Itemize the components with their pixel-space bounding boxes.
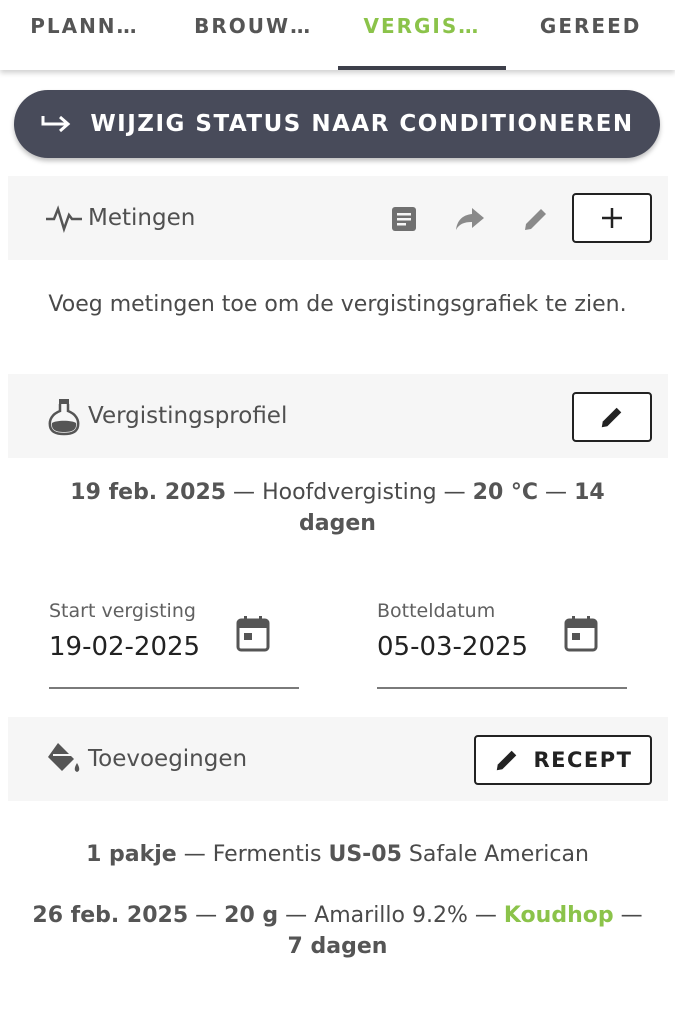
hop-type: Koudhop [503,903,614,928]
measurements-empty-text: Voeg metingen toe om de vergistingsgrafi… [48,292,627,317]
addition-item-hop: 26 feb. 2025 — 20 g — Amarillo 9.2% — Ko… [20,900,655,962]
tab-planning[interactable]: PLANN… [0,0,169,70]
paint-bucket-icon [44,739,84,779]
flask-icon [44,396,84,436]
tab-bar: PLANN… BROUW… VERGIS… GEREED [0,0,675,70]
add-measurement-button[interactable] [572,193,652,243]
profile-step: Hoofdvergisting [262,480,437,505]
bottle-date-underline [377,687,627,689]
recipe-button[interactable]: RECEPT [474,735,652,785]
yeast-code: US-05 [328,842,402,867]
addition-separator: — [188,903,225,928]
calendar-icon[interactable] [235,615,271,657]
profile-summary: 19 feb. 2025 — Hoofdvergisting — 20 °C —… [60,477,615,539]
hop-duration: 7 dagen [287,934,388,959]
notes-icon[interactable] [388,203,420,235]
profile-temp: 20 °C [472,480,539,505]
edit-profile-button[interactable] [572,392,652,442]
yeast-brand: Fermentis [212,842,329,867]
measurements-header: Metingen [8,176,668,260]
profile-separator: — [436,480,473,505]
profile-header: Vergistingsprofiel [8,374,668,458]
edit-icon[interactable] [520,203,552,235]
pencil-icon [601,407,622,428]
profile-title: Vergistingsprofiel [88,403,288,429]
addition-item-yeast: 1 pakje — Fermentis US-05 Safale America… [20,839,655,870]
tab-done[interactable]: GEREED [506,0,675,70]
measurements-title: Metingen [88,205,196,231]
tab-fermenting[interactable]: VERGIS… [337,0,507,70]
addition-separator: — [467,903,504,928]
pencil-icon [496,750,516,771]
start-date-underline [49,687,299,689]
recipe-button-label: RECEPT [533,748,633,772]
profile-date: 19 feb. 2025 [70,480,227,505]
add-icon [602,208,622,228]
pulse-icon [44,203,84,233]
profile-separator: — [538,480,575,505]
tab-brewing[interactable]: BROUW… [169,0,338,70]
hop-date: 26 feb. 2025 [32,903,189,928]
change-status-label: WIJZIG STATUS NAAR CONDITIONEREN [90,111,634,137]
additions-title: Toevoegingen [88,746,248,772]
yeast-amount: 1 pakje [86,842,177,867]
hop-amount: 20 g [224,903,279,928]
calendar-icon[interactable] [563,615,599,657]
addition-separator: — [613,903,643,928]
hop-name: Amarillo 9.2% [314,903,468,928]
profile-separator: — [226,480,263,505]
addition-separator: — [278,903,315,928]
change-status-button[interactable]: WIJZIG STATUS NAAR CONDITIONEREN [14,90,660,158]
addition-separator: — [176,842,213,867]
arrow-right-icon [41,115,71,133]
yeast-name: Safale American [401,842,589,867]
share-icon[interactable] [452,203,488,235]
